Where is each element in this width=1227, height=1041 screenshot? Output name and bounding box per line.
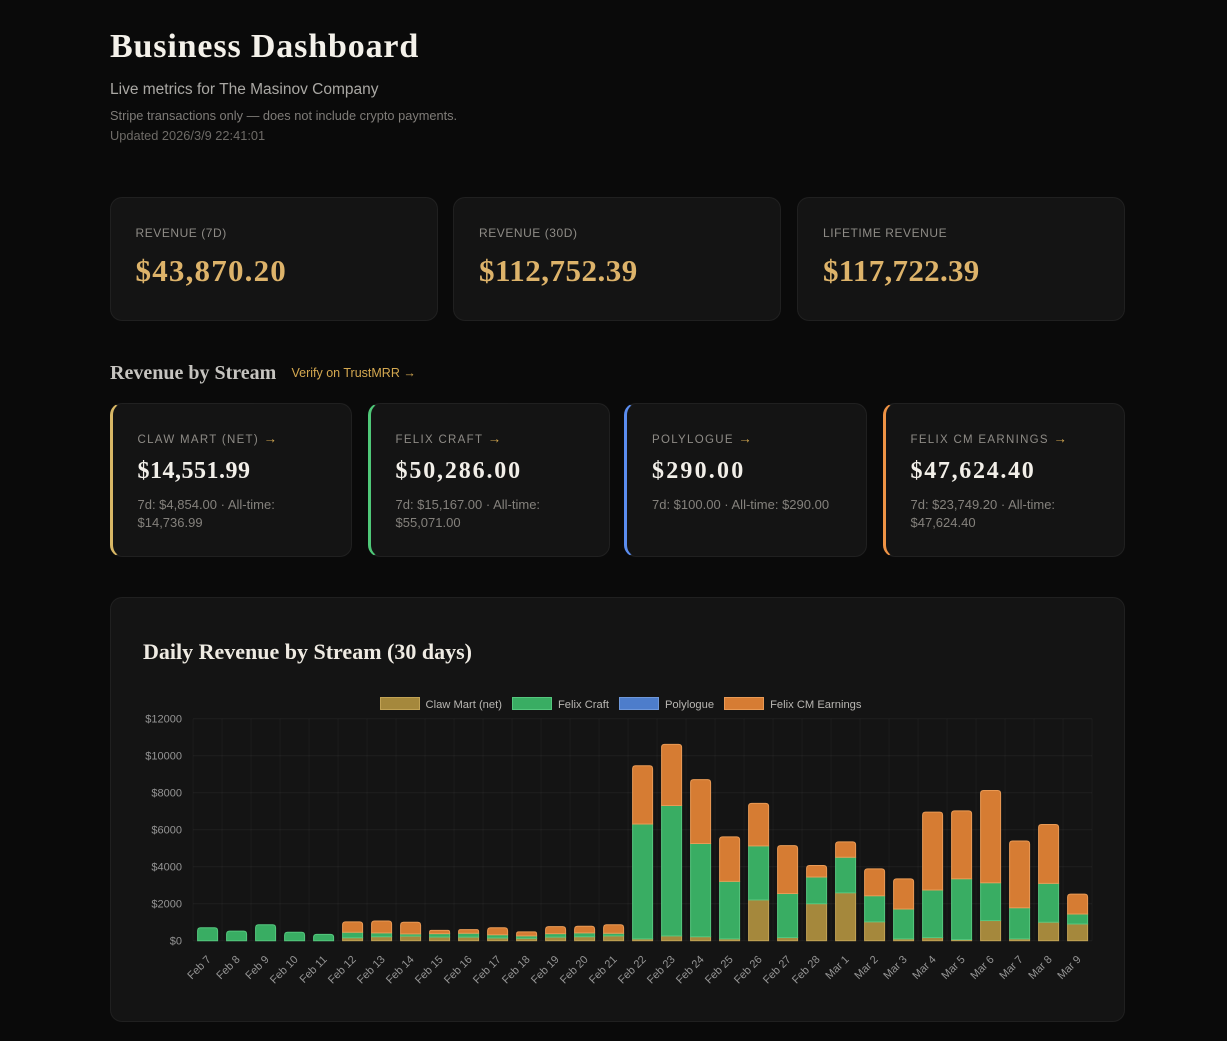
- svg-text:Mar 2: Mar 2: [852, 954, 880, 982]
- svg-text:Mar 4: Mar 4: [910, 954, 938, 982]
- svg-text:$0: $0: [170, 935, 182, 947]
- svg-text:Feb 17: Feb 17: [471, 954, 504, 987]
- svg-text:$2000: $2000: [151, 898, 182, 910]
- svg-text:$12000: $12000: [145, 713, 182, 725]
- svg-text:Mar 8: Mar 8: [1026, 954, 1054, 982]
- svg-text:Feb 25: Feb 25: [703, 954, 736, 987]
- svg-text:Feb 26: Feb 26: [732, 954, 765, 987]
- svg-text:Mar 1: Mar 1: [823, 954, 851, 982]
- svg-text:Mar 3: Mar 3: [881, 954, 909, 982]
- svg-text:Feb 15: Feb 15: [413, 954, 446, 987]
- svg-text:Feb 22: Feb 22: [616, 954, 649, 987]
- svg-text:Feb 16: Feb 16: [442, 954, 475, 987]
- svg-text:Feb 21: Feb 21: [587, 954, 620, 987]
- svg-text:$4000: $4000: [151, 861, 182, 873]
- svg-text:Feb 14: Feb 14: [384, 954, 417, 987]
- svg-text:Feb 28: Feb 28: [790, 954, 823, 987]
- svg-text:Feb 23: Feb 23: [645, 954, 678, 987]
- svg-text:$6000: $6000: [151, 824, 182, 836]
- svg-text:$8000: $8000: [151, 787, 182, 799]
- svg-text:Feb 24: Feb 24: [674, 954, 707, 987]
- svg-text:Mar 5: Mar 5: [939, 954, 967, 982]
- svg-text:Mar 9: Mar 9: [1055, 954, 1083, 982]
- svg-text:Feb 8: Feb 8: [214, 954, 242, 982]
- svg-text:Feb 7: Feb 7: [185, 954, 213, 982]
- svg-text:Feb 13: Feb 13: [355, 954, 388, 987]
- svg-text:Feb 18: Feb 18: [500, 954, 533, 987]
- svg-text:Feb 19: Feb 19: [529, 954, 562, 987]
- svg-text:Feb 11: Feb 11: [298, 954, 330, 986]
- svg-text:Feb 10: Feb 10: [268, 954, 301, 987]
- svg-text:Mar 7: Mar 7: [997, 954, 1025, 982]
- svg-text:Mar 6: Mar 6: [968, 954, 996, 982]
- svg-text:Feb 12: Feb 12: [326, 954, 359, 987]
- svg-text:Feb 27: Feb 27: [761, 954, 794, 987]
- svg-text:$10000: $10000: [145, 750, 182, 762]
- svg-text:Feb 20: Feb 20: [558, 954, 591, 987]
